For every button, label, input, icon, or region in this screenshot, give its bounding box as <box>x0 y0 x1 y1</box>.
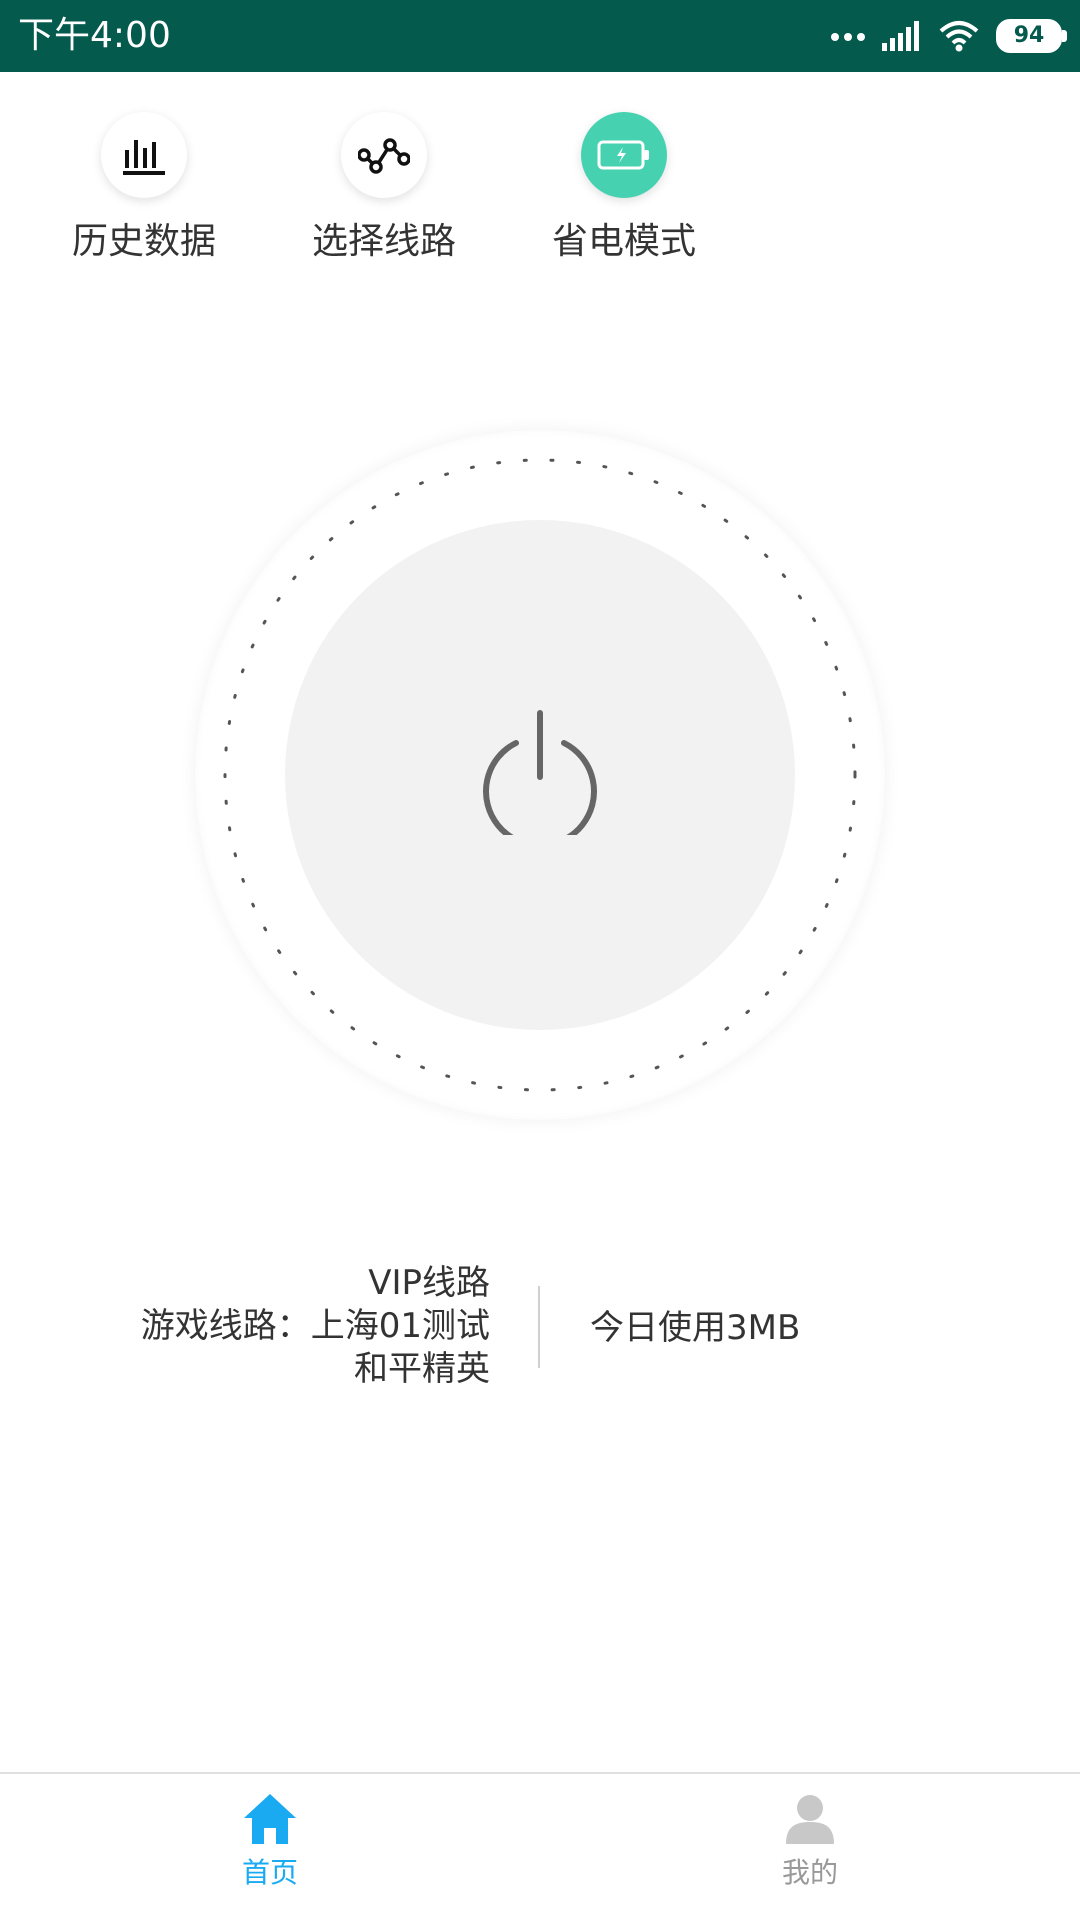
power-icon[interactable] <box>480 705 600 835</box>
wifi-icon <box>939 21 979 52</box>
game-name: 和平精英 <box>354 1349 490 1389</box>
status-icons: 94 <box>830 14 1067 58</box>
status-time: 下午4:00 <box>18 15 171 56</box>
nav-me-label: 我的 <box>781 1856 838 1889</box>
home-icon <box>244 1794 296 1844</box>
power-saving-label: 省电模式 <box>551 221 696 262</box>
bottom-nav: 首页 我的 <box>0 1772 1080 1922</box>
select-route-icon-circle[interactable] <box>341 112 427 198</box>
game-route: 游戏线路：上海01测试 <box>140 1306 490 1346</box>
more-dots-icon <box>831 33 865 41</box>
history-data-icon-circle[interactable] <box>101 112 187 198</box>
nav-home[interactable]: 首页 <box>170 1792 370 1890</box>
status-bar: 下午4:00 94 <box>0 0 1080 72</box>
history-data-button[interactable]: 历史数据 <box>44 112 244 264</box>
info-divider <box>538 1286 540 1368</box>
user-icon <box>786 1795 834 1844</box>
signal-icon <box>882 21 919 51</box>
battery-icon <box>597 140 649 170</box>
route-icon <box>358 138 410 174</box>
history-data-label: 历史数据 <box>71 221 216 262</box>
route-info: VIP线路 游戏线路：上海01测试 和平精英 <box>141 1262 490 1391</box>
route-type: VIP线路 <box>368 1263 490 1303</box>
select-route-label: 选择线路 <box>311 221 456 262</box>
daily-usage: 今日使用3MB <box>590 1308 801 1348</box>
select-route-button[interactable]: 选择线路 <box>284 112 484 264</box>
nav-me[interactable]: 我的 <box>710 1792 910 1890</box>
bar-chart-icon <box>123 140 165 175</box>
nav-home-label: 首页 <box>241 1856 298 1889</box>
battery-level: 94 <box>1013 23 1045 48</box>
power-saving-icon-circle[interactable] <box>581 112 667 198</box>
power-saving-button[interactable]: 省电模式 <box>524 112 724 264</box>
battery-icon: 94 <box>996 19 1067 53</box>
